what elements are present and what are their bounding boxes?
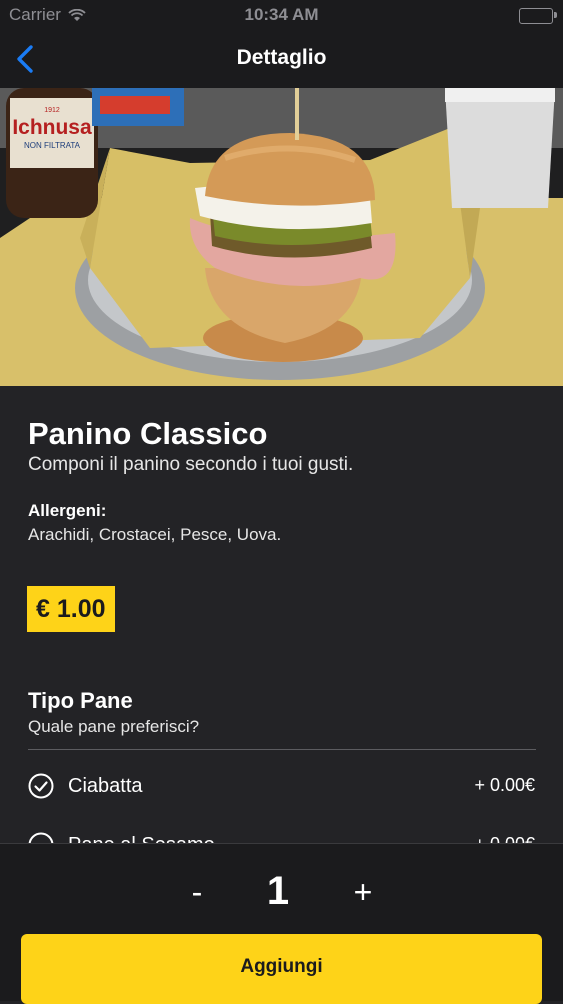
- option-price: + 0.00€: [474, 775, 535, 795]
- product-photo: 1912 Ichnusa NON FILTRATA: [0, 88, 563, 386]
- allergens-list: Arachidi, Crostacei, Pesce, Uova.: [28, 525, 282, 544]
- bottom-action-bar: - 1 + Aggiungi: [0, 843, 563, 1004]
- status-bar: Carrier 10:34 AM: [0, 0, 563, 30]
- allergens-title: Allergeni:: [28, 501, 107, 520]
- product-details: Panino Classico Componi il panino second…: [0, 386, 563, 843]
- product-name: Panino Classico: [28, 416, 268, 451]
- navigation-bar: Dettaglio: [0, 30, 563, 88]
- bread-section-title: Tipo Pane: [28, 688, 133, 713]
- divider: [28, 749, 536, 750]
- option-price: + 0.00€: [474, 834, 535, 843]
- circle-icon: [28, 832, 54, 843]
- bread-option-sesamo[interactable]: Pane al Sesamo + 0.00€: [0, 832, 563, 843]
- decrease-quantity-button[interactable]: -: [180, 870, 214, 914]
- product-description: Componi il panino secondo i tuoi gusti.: [28, 454, 354, 475]
- battery-icon: [519, 8, 557, 24]
- clock: 10:34 AM: [244, 5, 319, 24]
- add-to-cart-button[interactable]: Aggiungi: [21, 934, 542, 1004]
- quantity-value: 1: [266, 869, 290, 913]
- bread-option-ciabatta[interactable]: Ciabatta + 0.00€: [0, 773, 563, 829]
- check-circle-icon: [28, 773, 54, 799]
- bottle-sublabel: NON FILTRATA: [24, 141, 81, 150]
- bread-section-subtitle: Quale pane preferisci?: [28, 717, 200, 736]
- option-label: Ciabatta: [68, 775, 143, 797]
- page-title: Dettaglio: [236, 46, 327, 69]
- price-badge: € 1.00: [27, 586, 115, 632]
- increase-quantity-button[interactable]: +: [346, 870, 380, 914]
- option-label: Pane al Sesamo: [68, 834, 215, 843]
- bottle-label: Ichnusa: [12, 116, 92, 139]
- bottle-year: 1912: [44, 107, 60, 114]
